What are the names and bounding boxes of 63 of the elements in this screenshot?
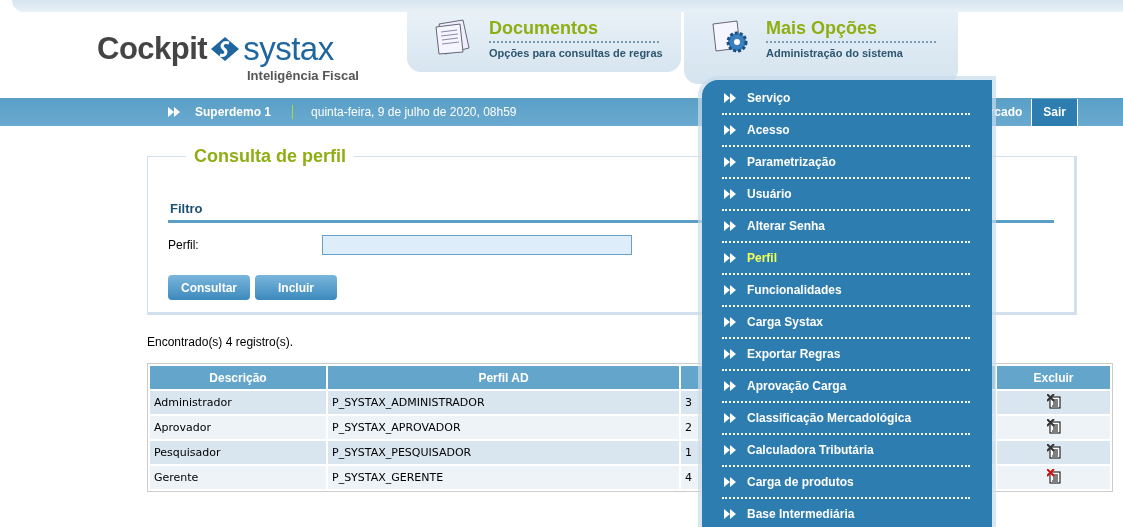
menu-item[interactable]: Perfil [722, 243, 970, 275]
double-arrow-icon [724, 93, 737, 103]
tab-subtitle: Opções para consultas de regras [489, 47, 663, 59]
nav-tab[interactable]: Documentos Opções para consultas de regras [407, 12, 681, 72]
double-arrow-icon [168, 107, 181, 117]
double-arrow-icon [724, 349, 737, 359]
menu-item[interactable]: Acesso [722, 115, 970, 147]
column-header: Descrição [150, 366, 326, 389]
table-cell: P_SYSTAX_GERENTE [328, 466, 679, 489]
double-arrow-icon [724, 189, 737, 199]
delete-document-icon[interactable] [1046, 393, 1061, 409]
logo-mark-icon [210, 36, 241, 62]
menu-item[interactable]: Base Intermediária [722, 499, 970, 527]
tab-title: Mais Opções [766, 18, 936, 43]
logo-tagline: Inteligência Fiscal [247, 68, 359, 83]
table-cell: P_SYSTAX_ADMINISTRADOR [328, 391, 679, 414]
menu-item[interactable]: Alterar Senha [722, 211, 970, 243]
logo-text: systax [243, 30, 334, 68]
menu-item[interactable]: Parametrização [722, 147, 970, 179]
double-arrow-icon [724, 157, 737, 167]
column-header: Perfil AD [328, 366, 679, 389]
menu-item[interactable]: Classificação Mercadológica [722, 403, 970, 435]
input-field[interactable] [322, 235, 632, 255]
double-arrow-icon [724, 125, 737, 135]
menu-item[interactable]: Exportar Regras [722, 339, 970, 371]
column-header: Excluir [997, 366, 1110, 389]
menu-item[interactable]: Aprovação Carga [722, 371, 970, 403]
double-arrow-icon [724, 509, 737, 519]
menu-item[interactable]: Carga Systax [722, 307, 970, 339]
form-button[interactable]: Consultar [168, 275, 250, 300]
double-arrow-icon [724, 445, 737, 455]
form-button[interactable]: Incluir [255, 275, 337, 300]
tab-title: Documentos [489, 18, 659, 43]
menu-item[interactable]: Serviço [722, 83, 970, 115]
table-cell: P_SYSTAX_PESQUISADOR [328, 441, 679, 464]
table-cell: Pesquisador [150, 441, 326, 464]
date-time: quinta-feira, 9 de julho de 2020, 08h59 [311, 105, 517, 119]
table-cell: Aprovador [150, 416, 326, 439]
double-arrow-icon [724, 381, 737, 391]
double-arrow-icon [724, 253, 737, 263]
double-arrow-icon [724, 285, 737, 295]
logout-button[interactable]: Sair [1031, 98, 1078, 126]
double-arrow-icon [724, 221, 737, 231]
menu-item[interactable]: Funcionalidades [722, 275, 970, 307]
delete-document-icon[interactable] [1046, 418, 1061, 434]
delete-document-icon[interactable] [1046, 443, 1061, 459]
tab-subtitle: Administração do sistema [766, 47, 904, 59]
table-cell: Administrador [150, 391, 326, 414]
menu-item[interactable]: Carga de produtos [722, 467, 970, 499]
menu-item[interactable]: Usuário [722, 179, 970, 211]
field-label: Perfil: [168, 238, 200, 252]
double-arrow-icon [724, 413, 737, 423]
table-cell: Gerente [150, 466, 326, 489]
user-name: Superdemo 1 [195, 105, 272, 119]
double-arrow-icon [724, 317, 737, 327]
menu-item[interactable]: Calculadora Tributária [722, 435, 970, 467]
logo-text: Cockpit [97, 31, 208, 67]
form-title: Consulta de perfil [193, 146, 347, 167]
delete-document-icon[interactable] [1046, 468, 1061, 484]
result-count: Encontrado(s) 4 registro(s). [147, 335, 295, 349]
double-arrow-icon [724, 477, 737, 487]
nav-tab[interactable]: Mais Opções Administração do sistema [684, 12, 958, 84]
table-cell: P_SYSTAX_APROVADOR [328, 416, 679, 439]
